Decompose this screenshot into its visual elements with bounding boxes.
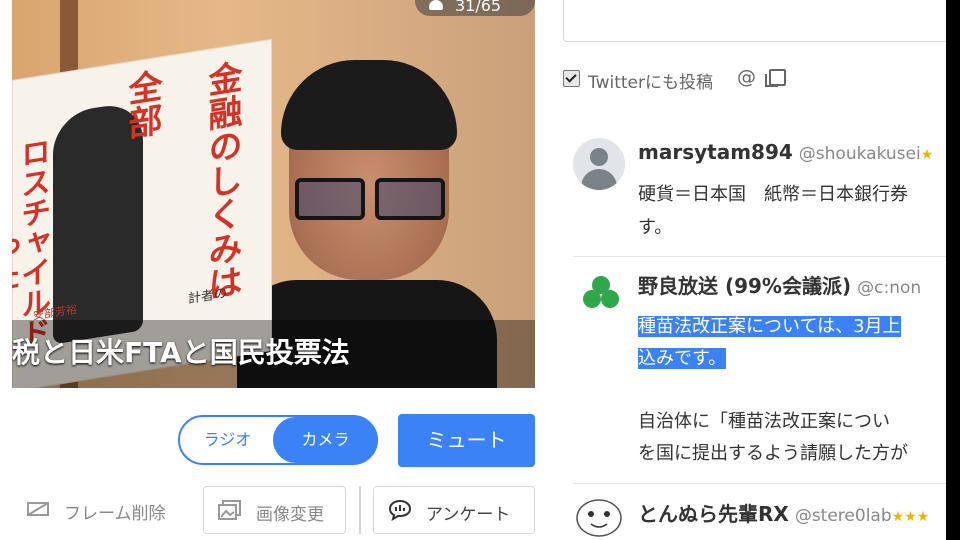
glasses-lens-left	[295, 178, 365, 220]
comment-handle: @stere0lab	[794, 506, 892, 526]
survey-icon	[388, 499, 412, 521]
survey-button[interactable]: アンケート	[373, 486, 535, 534]
book-title-line2: 全部	[122, 67, 162, 142]
comment-handle: @shoukakusei	[798, 144, 921, 164]
toggle-radio[interactable]: ラジオ	[180, 417, 275, 463]
comment-separator	[573, 483, 960, 484]
comment-username[interactable]: 野良放送 (99%会議派) @c:non	[638, 270, 921, 299]
book-title-line4: った	[12, 229, 20, 296]
comment-text-line: 自治体に「種苗法改正案につい	[638, 411, 890, 432]
right-edge-bar	[946, 0, 960, 540]
copy-icon[interactable]	[765, 69, 786, 87]
username-text: marsytam894	[638, 140, 793, 164]
comment-username[interactable]: とんぬら先輩RX @stere0lab★★★	[638, 498, 929, 527]
clover-avatar-icon[interactable]	[583, 276, 619, 312]
illustrated-avatar-icon[interactable]	[573, 492, 625, 540]
image-icon	[218, 500, 241, 520]
toggle-camera[interactable]: カメラ	[273, 417, 378, 463]
left-margin	[0, 0, 12, 540]
comment-text-line-highlighted: 種苗法改正案については、3月上	[638, 316, 901, 337]
comment-text-line-highlighted: 込みです。	[638, 348, 727, 369]
glasses-lens-right	[375, 178, 445, 220]
comment-text-line: 硬貨＝日本国 紙幣＝日本銀行券	[638, 184, 908, 205]
image-change-label: 画像変更	[256, 505, 324, 525]
username-text: とんぬら先輩RX	[638, 502, 789, 526]
username-text: 野良放送 (99%会議派)	[638, 274, 852, 298]
viewer-count: 31/65	[455, 0, 502, 15]
comment-input[interactable]	[563, 0, 960, 42]
frame-delete-button[interactable]: フレーム削除	[12, 486, 191, 534]
avatar-head-shape	[590, 148, 608, 166]
user-avatar[interactable]	[573, 138, 625, 190]
survey-label: アンケート	[426, 505, 511, 525]
radio-camera-toggle[interactable]: ラジオ カメラ	[178, 415, 378, 465]
book-title-line1: 金融のしくみは	[202, 58, 242, 303]
toolbar-divider	[359, 486, 361, 534]
comment-username[interactable]: marsytam894 @shoukakusei★	[638, 140, 933, 164]
comment-text-line: す。	[638, 217, 673, 238]
viewer-icon	[429, 0, 443, 10]
avatar-body-shape	[581, 169, 617, 190]
twitter-checkbox-label[interactable]: Twitterにも投稿	[588, 68, 713, 93]
frame-delete-icon	[27, 502, 49, 516]
star-icon: ★★★	[891, 509, 930, 525]
glasses	[295, 178, 445, 220]
star-icon: ★	[920, 147, 934, 163]
book-subtitle: 計者の	[188, 285, 228, 308]
twitter-checkbox[interactable]	[563, 70, 580, 87]
mute-button[interactable]: ミュート	[398, 414, 535, 467]
comment-text-line: を国に提出するよう請願した方が	[638, 443, 908, 464]
viewer-count-badge: 31/65	[415, 0, 535, 16]
broadcaster-hair	[281, 60, 457, 150]
comment-separator	[573, 256, 960, 257]
comment-handle: @c:non	[857, 278, 922, 298]
camera-video: 金融のしくみは 全部 ロスチャイルド った 安部芳裕 計者の 税と日米FTAと国…	[12, 0, 535, 388]
ticker-text: 税と日米FTAと国民投票法	[12, 336, 350, 369]
frame-delete-label: フレーム削除	[64, 504, 166, 524]
mention-icon[interactable]: @	[737, 66, 756, 88]
image-change-button[interactable]: 画像変更	[203, 486, 346, 534]
